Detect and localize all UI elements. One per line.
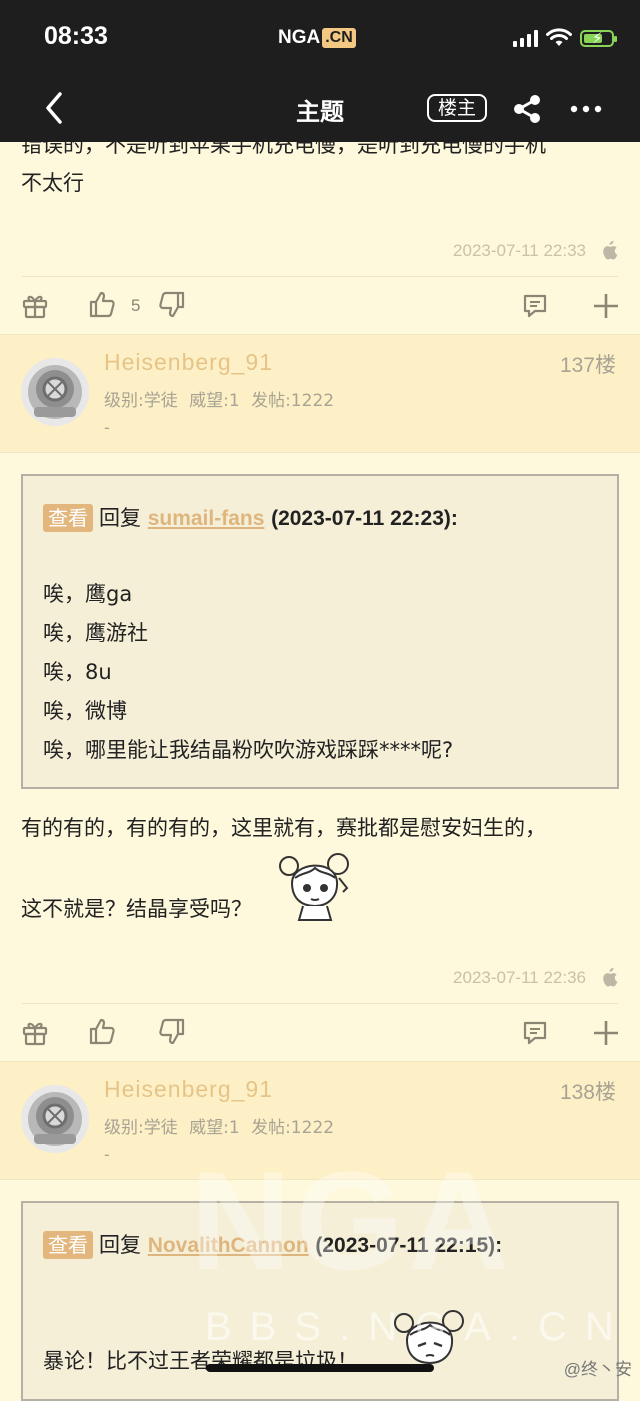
quote-line: 唉，微博	[43, 699, 127, 723]
like-count: 5	[131, 296, 141, 315]
quote-body: 唉，鹰ga 唉，鹰游社 唉，8u 唉，微博 唉，哪里能让我结晶粉吹吹游戏踩踩**…	[43, 575, 453, 770]
avatar[interactable]	[20, 357, 90, 427]
quoted-user-link[interactable]: sumail-fans	[148, 507, 265, 530]
avatar[interactable]	[20, 1084, 90, 1154]
status-time: 08:33	[44, 22, 108, 50]
view-quote-button[interactable]: 查看	[43, 1231, 93, 1259]
plus-icon[interactable]	[592, 1019, 620, 1047]
thumbs-down-icon[interactable]	[158, 291, 186, 319]
quote-line: 唉，8u	[43, 660, 112, 684]
post-timestamp: 2023-07-11 22:33	[453, 241, 586, 260]
louzhu-only-button[interactable]: 楼主	[427, 94, 487, 122]
user-meta: 级别:学徒 威望:1 发帖:1222	[104, 391, 335, 411]
plus-icon[interactable]	[592, 292, 620, 320]
reply-label: 回复	[99, 1233, 141, 1257]
view-quote-button[interactable]: 查看	[43, 504, 93, 532]
user-meta: 级别:学徒 威望:1 发帖:1222	[104, 1118, 335, 1138]
wifi-icon	[546, 28, 572, 46]
weibo-watermark: @终丶安	[563, 1360, 632, 1379]
floor-number: 137楼	[559, 354, 616, 377]
status-icons: ⚡	[513, 28, 617, 48]
gift-icon[interactable]	[21, 1018, 49, 1046]
quote-line: 唉，鹰ga	[43, 582, 133, 606]
battery-icon: ⚡	[580, 29, 617, 47]
reply-label: 回复	[99, 506, 141, 530]
thumbs-up-icon[interactable]	[88, 290, 116, 318]
quoted-time: (2023-07-11 22:23):	[271, 507, 458, 530]
thumbs-up-icon[interactable]	[88, 1017, 116, 1045]
user-signature: -	[104, 418, 110, 437]
watermark-sub: BBS.NGA.CN	[205, 1305, 632, 1349]
post-body-line: 有的有的，有的有的，这里就有，赛批都是慰安妇生的，	[21, 816, 546, 840]
post-timestamp: 2023-07-11 22:36	[453, 968, 586, 987]
quote-line: 唉，鹰游社	[43, 621, 148, 645]
apple-icon	[603, 967, 618, 987]
sticker-emoji-icon	[279, 853, 349, 921]
logo-main: NGA	[278, 27, 321, 48]
home-indicator[interactable]	[206, 1364, 434, 1372]
thumbs-down-icon[interactable]	[158, 1018, 186, 1046]
apple-icon	[603, 240, 618, 260]
quote-header: 查看 回复 sumail-fans (2023-07-11 22:23):	[43, 502, 458, 532]
page-title: 主题	[296, 98, 344, 126]
gift-icon[interactable]	[21, 291, 49, 319]
post-body-line: 这不就是？结晶享受吗？	[21, 897, 252, 921]
floor-number: 138楼	[559, 1081, 616, 1104]
quote-line: 唉，哪里能让我结晶粉吹吹游戏踩踩****呢?	[43, 738, 454, 762]
top-bar: 08:33 NGA .CN ⚡ 主题 楼主	[0, 0, 640, 142]
username[interactable]: Heisenberg_91	[104, 1076, 273, 1103]
more-icon[interactable]	[568, 92, 604, 126]
app-logo: NGA .CN	[278, 26, 356, 50]
prev-post-line: 不太行	[21, 171, 84, 195]
comment-icon[interactable]	[521, 1019, 549, 1047]
logo-cn: .CN	[322, 28, 356, 48]
share-icon[interactable]	[510, 92, 544, 126]
comment-icon[interactable]	[521, 292, 549, 320]
username[interactable]: Heisenberg_91	[104, 349, 273, 376]
watermark: NGA	[190, 1142, 514, 1299]
user-signature: -	[104, 1145, 110, 1164]
signal-icon	[513, 29, 538, 47]
